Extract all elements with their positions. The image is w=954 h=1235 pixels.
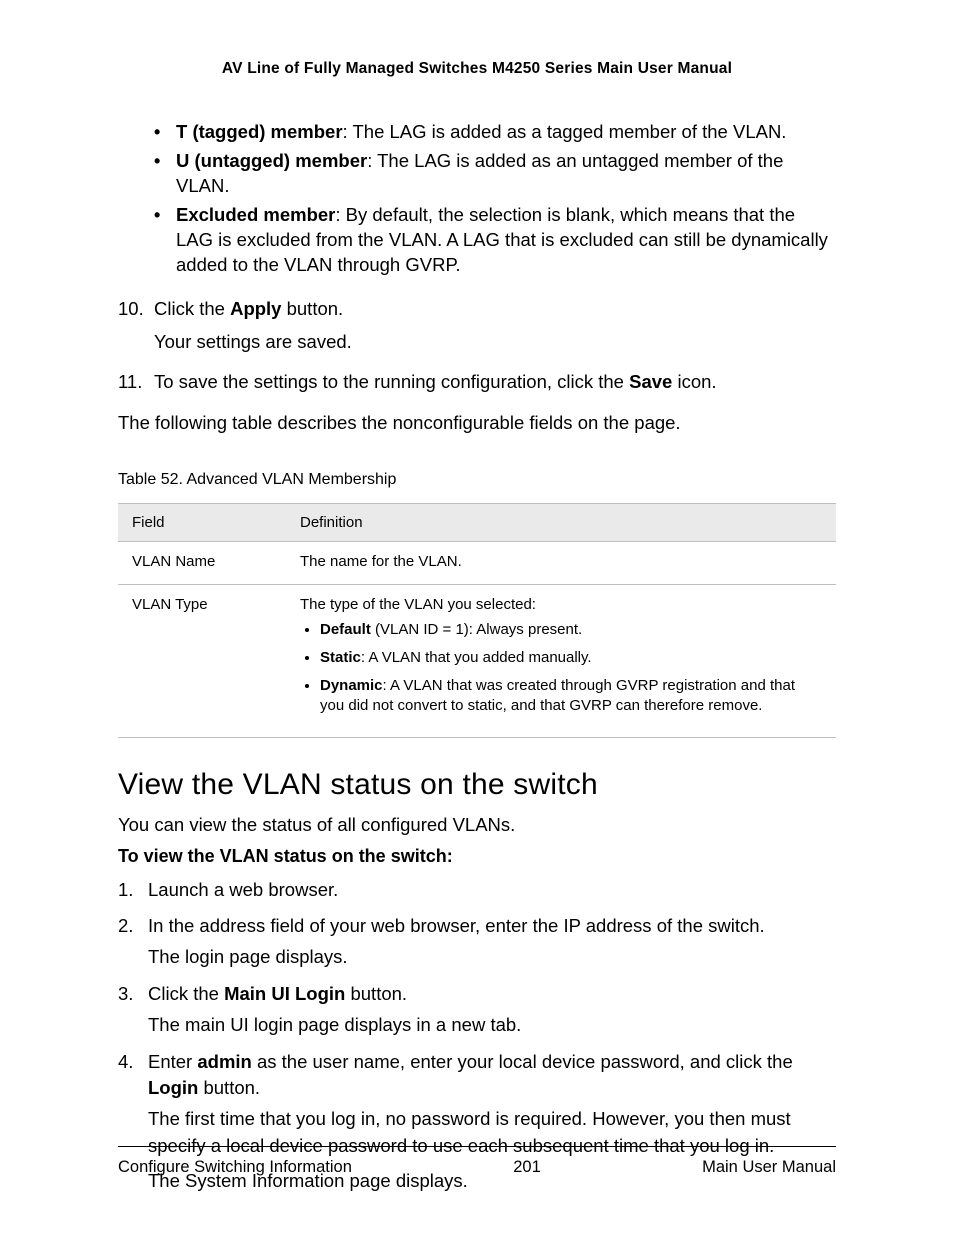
step-sub: The login page displays. <box>148 944 836 971</box>
bullet-dot-icon: • <box>154 203 176 278</box>
step-number: 10. <box>118 296 154 323</box>
step-number: 2. <box>118 913 148 971</box>
th-field: Field <box>118 504 286 542</box>
li-bold: Dynamic <box>320 677 383 694</box>
cell-field: VLAN Type <box>118 585 286 737</box>
step-pre: To save the settings to the running conf… <box>154 371 629 392</box>
footer-page-number: 201 <box>513 1158 541 1177</box>
step-post: icon. <box>672 371 716 392</box>
section-intro: You can view the status of all configure… <box>118 814 836 836</box>
procedure-step-1: 1. Launch a web browser. <box>118 877 836 904</box>
bullet-u-member: • U (untagged) member: The LAG is added … <box>154 149 836 199</box>
step-11: 11. To save the settings to the running … <box>118 369 836 396</box>
page-header-title: AV Line of Fully Managed Switches M4250 … <box>118 60 836 78</box>
bullet-rest: : The LAG is added as a tagged member of… <box>343 121 787 142</box>
step-bold: Main UI Login <box>224 983 345 1004</box>
step-number: 3. <box>118 981 148 1039</box>
bullet-bold: T (tagged) member <box>176 121 343 142</box>
procedure-step-2: 2. In the address field of your web brow… <box>118 913 836 971</box>
list-item: Static: A VLAN that you added manually. <box>320 648 822 668</box>
member-bullet-list: • T (tagged) member: The LAG is added as… <box>154 120 836 278</box>
step-post: button. <box>281 298 343 319</box>
cell-definition: The type of the VLAN you selected: Defau… <box>286 585 836 737</box>
footer-right: Main User Manual <box>702 1158 836 1177</box>
bullet-bold: Excluded member <box>176 204 335 225</box>
step-sub: The main UI login page displays in a new… <box>148 1012 836 1039</box>
table-caption: Table 52. Advanced VLAN Membership <box>118 471 836 489</box>
cell-definition: The name for the VLAN. <box>286 542 836 585</box>
step-10: 10. Click the Apply button. <box>118 296 836 323</box>
li-bold: Static <box>320 649 361 666</box>
list-item: Dynamic: A VLAN that was created through… <box>320 676 822 717</box>
li-bold: Default <box>320 621 371 638</box>
step-pre: Enter <box>148 1051 197 1072</box>
step-10-sub: Your settings are saved. <box>154 329 836 356</box>
table-row: VLAN Name The name for the VLAN. <box>118 542 836 585</box>
section-heading: View the VLAN status on the switch <box>118 768 836 802</box>
li-rest: : A VLAN that was created through GVRP r… <box>320 677 795 714</box>
step-text: In the address field of your web browser… <box>148 915 765 936</box>
footer-left: Configure Switching Information <box>118 1158 352 1177</box>
bullet-dot-icon: • <box>154 120 176 145</box>
step-number: 1. <box>118 877 148 904</box>
cell-intro: The type of the VLAN you selected: <box>300 596 536 613</box>
step-sub: The first time that you log in, no passw… <box>148 1106 836 1160</box>
step-text: Launch a web browser. <box>148 877 836 904</box>
step-pre: Click the <box>148 983 224 1004</box>
footer-rule <box>118 1146 836 1147</box>
th-definition: Definition <box>286 504 836 542</box>
step-bold: Save <box>629 371 672 392</box>
bullet-excluded-member: • Excluded member: By default, the selec… <box>154 203 836 278</box>
bullet-t-member: • T (tagged) member: The LAG is added as… <box>154 120 836 145</box>
step-mid: as the user name, enter your local devic… <box>252 1051 793 1072</box>
step-pre: Click the <box>154 298 230 319</box>
step-post: button. <box>345 983 407 1004</box>
li-rest: : A VLAN that you added manually. <box>361 649 592 666</box>
step-post: button. <box>198 1077 260 1098</box>
step-number: 11. <box>118 369 154 396</box>
cell-field: VLAN Name <box>118 542 286 585</box>
list-item: Default (VLAN ID = 1): Always present. <box>320 620 822 640</box>
procedure-step-3: 3. Click the Main UI Login button. The m… <box>118 981 836 1039</box>
step-bold: Login <box>148 1077 198 1098</box>
vlan-membership-table: Field Definition VLAN Name The name for … <box>118 503 836 738</box>
table-row: VLAN Type The type of the VLAN you selec… <box>118 585 836 737</box>
procedure-subhead: To view the VLAN status on the switch: <box>118 846 836 867</box>
step-bold: Apply <box>230 298 281 319</box>
table-intro-paragraph: The following table describes the noncon… <box>118 410 836 437</box>
bullet-dot-icon: • <box>154 149 176 199</box>
li-rest: (VLAN ID = 1): Always present. <box>371 621 582 638</box>
bullet-bold: U (untagged) member <box>176 150 367 171</box>
step-bold: admin <box>197 1051 251 1072</box>
page-footer: Configure Switching Information 201 Main… <box>118 1158 836 1177</box>
